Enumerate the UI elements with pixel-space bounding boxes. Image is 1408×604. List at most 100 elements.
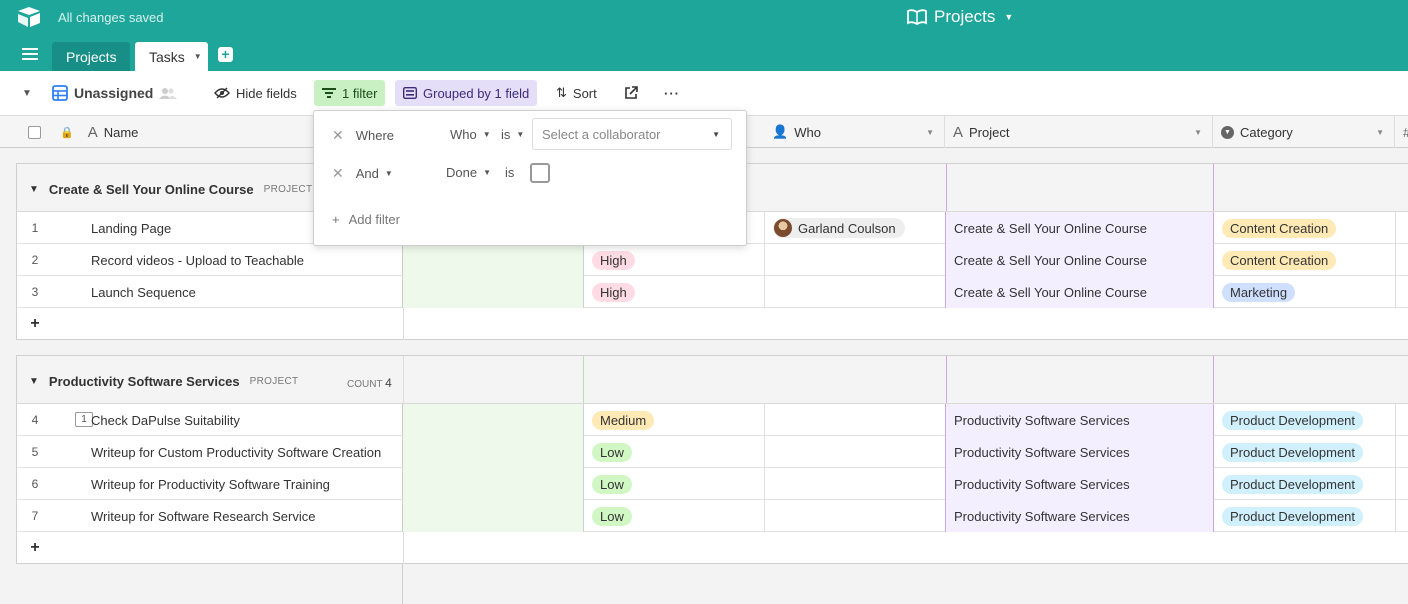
filter-button[interactable]: 1 filter	[314, 80, 386, 106]
add-filter-button[interactable]: + Add filter	[332, 212, 400, 227]
add-record-row[interactable]: +	[17, 532, 1408, 564]
filter-operator: is	[505, 165, 514, 180]
filter-field-select[interactable]: Who ▼	[450, 127, 491, 142]
cell-category[interactable]: Content Creation	[1214, 244, 1396, 276]
group-count: COUNT 4	[347, 376, 392, 390]
sort-button[interactable]: ⇅ Sort	[548, 80, 605, 106]
avatar	[774, 219, 792, 237]
column-divider	[403, 308, 404, 340]
cell-empty[interactable]	[403, 276, 584, 308]
cell-who[interactable]	[765, 404, 946, 436]
cell-name[interactable]: Writeup for Productivity Software Traini…	[53, 468, 403, 500]
add-record-row[interactable]: +	[17, 308, 1408, 340]
cell-who[interactable]	[765, 468, 946, 500]
add-table-button[interactable]: +	[218, 47, 233, 62]
cell-name[interactable]: Check DaPulse Suitability	[53, 404, 403, 436]
hamburger-menu-icon[interactable]	[22, 48, 38, 62]
group-header[interactable]: ▼ Productivity Software Services PROJECT…	[17, 356, 1408, 404]
plus-icon[interactable]: +	[17, 308, 53, 340]
chevron-down-icon[interactable]: ▼	[1376, 128, 1384, 137]
cell-category[interactable]: Product Development	[1214, 468, 1396, 500]
cell-priority[interactable]: Low	[584, 500, 765, 532]
row-number: 7	[31, 509, 39, 523]
filter-conjunction[interactable]: And	[356, 166, 379, 181]
cell-empty[interactable]	[403, 436, 584, 468]
table-row[interactable]: 5 Writeup for Custom Productivity Softwa…	[17, 436, 1408, 468]
collapse-triangle-icon[interactable]: ▼	[29, 184, 39, 195]
cell-priority[interactable]: Medium	[584, 404, 765, 436]
cell-priority[interactable]: Low	[584, 468, 765, 500]
filter-field-select[interactable]: Done ▼	[446, 165, 491, 180]
group-header-cell	[946, 356, 1214, 403]
chevron-down-icon[interactable]: ▼	[926, 128, 934, 137]
cell-who[interactable]	[765, 500, 946, 532]
view-switcher[interactable]: Unassigned	[44, 80, 185, 106]
cell-project[interactable]: Create & Sell Your Online Course	[946, 276, 1214, 308]
chevron-down-icon: ▼	[483, 168, 491, 177]
cell-project[interactable]: Productivity Software Services	[946, 436, 1214, 468]
filter-operator-select[interactable]: is ▼	[501, 127, 524, 142]
cell-name[interactable]: Writeup for Software Research Service	[53, 500, 403, 532]
sidebar-toggle-icon[interactable]: ▼	[18, 80, 36, 106]
cell-category[interactable]: Product Development	[1214, 436, 1396, 468]
cell-empty[interactable]	[403, 500, 584, 532]
cell-who[interactable]	[765, 244, 946, 276]
cell-name[interactable]: Record videos - Upload to Teachable	[53, 244, 403, 276]
tab-projects[interactable]: Projects	[52, 42, 130, 71]
collaborator-chip[interactable]: Garland Coulson	[773, 218, 905, 238]
cell-project[interactable]: Productivity Software Services	[946, 404, 1214, 436]
column-header-who[interactable]: 👤 Who ▼	[764, 116, 945, 148]
remove-filter-icon[interactable]: ✕	[332, 165, 344, 182]
hide-fields-label: Hide fields	[236, 85, 297, 101]
priority-pill: Low	[592, 442, 632, 462]
airtable-logo-icon[interactable]	[17, 6, 41, 28]
cell-priority[interactable]: High	[584, 276, 765, 308]
row-number: 3	[31, 285, 39, 299]
cell-category[interactable]: Content Creation	[1214, 212, 1396, 244]
collaborator-select[interactable]: Select a collaborator ▼	[532, 118, 732, 150]
cell-name[interactable]: Launch Sequence	[53, 276, 403, 308]
remove-filter-icon[interactable]: ✕	[332, 127, 344, 144]
base-title-menu[interactable]: Projects ▼	[907, 7, 1013, 27]
done-value-checkbox[interactable]	[530, 163, 550, 183]
chevron-down-icon[interactable]: ▼	[385, 169, 393, 178]
cell-category[interactable]: Product Development	[1214, 404, 1396, 436]
collapse-triangle-icon[interactable]: ▼	[29, 376, 39, 387]
column-header-number[interactable]: #	[1395, 116, 1408, 148]
group-button[interactable]: Grouped by 1 field	[395, 80, 538, 106]
cell-category[interactable]: Marketing	[1214, 276, 1396, 308]
filter-operator: is	[501, 127, 511, 142]
cell-category[interactable]: Product Development	[1214, 500, 1396, 532]
table-row[interactable]: 6 Writeup for Productivity Software Trai…	[17, 468, 1408, 500]
hide-fields-button[interactable]: Hide fields	[206, 80, 305, 106]
cell-name[interactable]: Writeup for Custom Productivity Software…	[53, 436, 403, 468]
select-all-checkbox[interactable]	[16, 116, 52, 148]
cell-project[interactable]: Create & Sell Your Online Course	[946, 244, 1214, 276]
cell-project[interactable]: Productivity Software Services	[946, 468, 1214, 500]
share-view-button[interactable]	[616, 80, 646, 106]
table-row[interactable]: 2 Record videos - Upload to Teachable Hi…	[17, 244, 1408, 276]
cell-project[interactable]: Productivity Software Services	[946, 500, 1214, 532]
cell-empty[interactable]	[403, 244, 584, 276]
chevron-down-icon[interactable]: ▼	[194, 52, 202, 61]
table-row[interactable]: 7 Writeup for Software Research Service …	[17, 500, 1408, 532]
cell-priority[interactable]: High	[584, 244, 765, 276]
cell-empty[interactable]	[403, 404, 584, 436]
tab-tasks[interactable]: Tasks ▼	[135, 42, 208, 71]
more-options-icon[interactable]: ···	[656, 80, 688, 106]
checkbox[interactable]	[27, 125, 41, 139]
plus-icon[interactable]: +	[17, 532, 53, 564]
table-row[interactable]: 4 1 Check DaPulse Suitability Medium Pro…	[17, 404, 1408, 436]
cell-empty[interactable]	[403, 468, 584, 500]
column-header-category[interactable]: ▼ Category ▼	[1213, 116, 1395, 148]
chevron-down-icon: ▼	[482, 130, 491, 139]
tab-label: Tasks	[149, 48, 185, 65]
cell-who[interactable]	[765, 436, 946, 468]
cell-who[interactable]: Garland Coulson	[765, 212, 946, 244]
cell-priority[interactable]: Low	[584, 436, 765, 468]
table-row[interactable]: 3 Launch Sequence High Create & Sell You…	[17, 276, 1408, 308]
chevron-down-icon[interactable]: ▼	[1194, 128, 1202, 137]
column-header-project[interactable]: A Project ▼	[945, 116, 1213, 148]
cell-project[interactable]: Create & Sell Your Online Course	[946, 212, 1214, 244]
cell-who[interactable]	[765, 276, 946, 308]
